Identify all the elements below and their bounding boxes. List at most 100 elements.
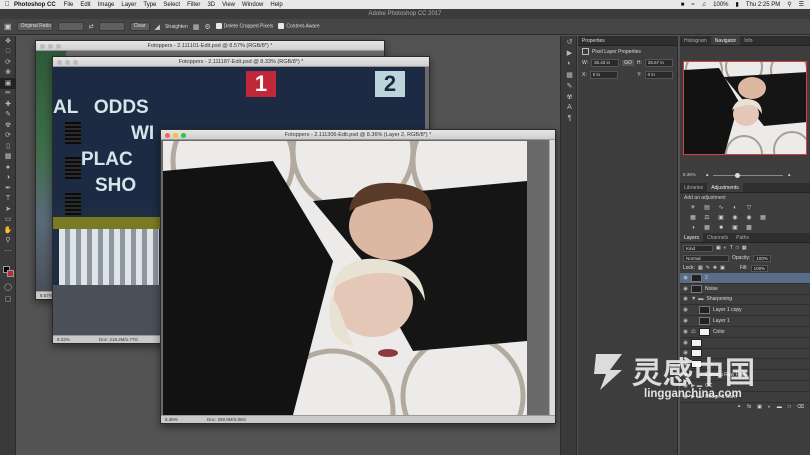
zoom-icon[interactable] bbox=[56, 43, 61, 49]
actions-icon[interactable]: ▶ bbox=[561, 47, 578, 58]
pen-tool-icon[interactable]: ✒ bbox=[0, 183, 16, 194]
gradient-tool-icon[interactable]: ▩ bbox=[0, 152, 16, 163]
selective-color-icon[interactable]: ▣ bbox=[730, 225, 740, 232]
document-canvas-3[interactable] bbox=[163, 141, 527, 415]
clear-button[interactable]: Clear bbox=[129, 22, 150, 31]
color-icon[interactable]: ◐ bbox=[561, 58, 578, 69]
new-adjustment-icon[interactable]: ◐ bbox=[768, 404, 771, 410]
menu-view[interactable]: View bbox=[222, 2, 235, 8]
menu-window[interactable]: Window bbox=[242, 2, 263, 8]
quick-select-icon[interactable]: ❀ bbox=[0, 68, 16, 79]
zoom-slider-track[interactable] bbox=[713, 174, 783, 176]
eyedropper-icon[interactable]: ✏ bbox=[0, 89, 16, 100]
menu-layer[interactable]: Layer bbox=[121, 2, 136, 8]
document-window-3[interactable]: Fotoppers - 2.111306-Edit.psd @ 8.36% (L… bbox=[160, 129, 556, 424]
height-field[interactable] bbox=[98, 22, 125, 31]
paragraph-icon[interactable]: ¶ bbox=[561, 113, 578, 124]
menu-help[interactable]: Help bbox=[270, 2, 282, 8]
swatches-icon[interactable]: ▦ bbox=[561, 69, 578, 80]
volume-icon[interactable]: ♫ bbox=[702, 2, 707, 8]
filter-shape-icon[interactable]: □ bbox=[736, 245, 739, 251]
photo-filter-icon[interactable]: ◉ bbox=[730, 215, 740, 222]
layer-row[interactable]: ◉ 2 bbox=[680, 273, 810, 284]
quick-mask-icon[interactable]: ◯ bbox=[0, 282, 16, 293]
width-field[interactable] bbox=[57, 22, 84, 31]
document-title-1[interactable]: Fotoppers - 2.111101-Edit.psd @ 8.57% (R… bbox=[36, 41, 384, 51]
eye-icon[interactable]: ◉ bbox=[680, 372, 691, 378]
lock-position-icon[interactable]: ✥ bbox=[713, 265, 717, 271]
color-lookup-icon[interactable]: ▦ bbox=[758, 215, 768, 222]
layer-row[interactable]: ◉ ▼ ▬ Sharpening bbox=[680, 295, 810, 306]
minimize-icon[interactable] bbox=[48, 43, 53, 49]
menu-edit[interactable]: Edit bbox=[80, 2, 90, 8]
vibrance-icon[interactable]: ▽ bbox=[744, 205, 754, 212]
ratio-select[interactable]: Original Ratio bbox=[16, 22, 53, 31]
fill-input[interactable]: 100% bbox=[750, 264, 769, 272]
document-title-2[interactable]: Fotoppers - 2.111187-Edit.psd @ 8.33% (R… bbox=[53, 57, 429, 67]
history-icon[interactable]: ↺ bbox=[561, 36, 578, 47]
exposure-icon[interactable]: ◐ bbox=[730, 205, 740, 212]
lock-pixels-icon[interactable]: ✎ bbox=[706, 265, 710, 271]
document-title-3[interactable]: Fotoppers - 2.111306-Edit.psd @ 8.36% (L… bbox=[161, 130, 555, 140]
tab-channels[interactable]: Channels bbox=[703, 233, 732, 242]
search-icon[interactable]: ⚲ bbox=[787, 1, 791, 8]
opacity-input[interactable]: 100% bbox=[753, 254, 771, 262]
x-input[interactable]: 0 in bbox=[589, 71, 619, 79]
marquee-tool-icon[interactable]: □ bbox=[0, 47, 16, 58]
dropbox-icon[interactable]: ■ bbox=[681, 2, 685, 8]
background-color-swatch[interactable] bbox=[7, 270, 14, 277]
clone-source-icon[interactable]: ☢ bbox=[561, 91, 578, 102]
eye-icon[interactable]: ◉ bbox=[680, 329, 691, 335]
eraser-icon[interactable]: ▯ bbox=[0, 141, 16, 152]
blend-mode-select[interactable]: Normal bbox=[683, 254, 729, 262]
list-icon[interactable]: ☰ bbox=[799, 1, 804, 8]
delete-cropped-checkbox[interactable]: Delete Cropped Pixels bbox=[215, 23, 273, 30]
eye-icon[interactable]: ◉ bbox=[680, 340, 691, 346]
eye-icon[interactable]: ◉ bbox=[680, 296, 691, 302]
crop-tool-icon[interactable]: ▣ bbox=[0, 78, 16, 89]
layer-row[interactable]: ◉ Noise bbox=[680, 284, 810, 295]
filter-smart-icon[interactable]: ▦ bbox=[742, 245, 747, 251]
clock-text[interactable]: Thu 2:25 PM bbox=[746, 2, 780, 8]
filter-pixel-icon[interactable]: ▣ bbox=[716, 245, 721, 251]
character-icon[interactable]: A bbox=[561, 102, 578, 113]
layer-row[interactable]: ◉ ▶ ▬ Dodge & Burn bbox=[680, 392, 810, 403]
eye-icon[interactable]: ◉ bbox=[680, 275, 691, 281]
dodge-tool-icon[interactable]: ◑ bbox=[0, 173, 16, 184]
tab-libraries[interactable]: Libraries bbox=[680, 183, 707, 192]
tab-navigator[interactable]: Navigator bbox=[710, 36, 741, 45]
add-mask-icon[interactable]: ▣ bbox=[757, 404, 762, 410]
clone-stamp-icon[interactable]: ☢ bbox=[0, 120, 16, 131]
layer-row[interactable]: ◉ Layer 1 copy bbox=[680, 305, 810, 317]
brush-tool-icon[interactable]: ✎ bbox=[0, 110, 16, 121]
channel-mixer-icon[interactable]: ◉ bbox=[744, 215, 754, 222]
height-input[interactable]: 25.67 in bbox=[644, 59, 673, 67]
menu-filter[interactable]: Filter bbox=[187, 2, 200, 8]
path-select-icon[interactable]: ➤ bbox=[0, 204, 16, 215]
link-layers-icon[interactable]: ⚭ bbox=[737, 404, 741, 410]
menu-type[interactable]: Type bbox=[143, 2, 156, 8]
healing-brush-icon[interactable]: ✚ bbox=[0, 99, 16, 110]
eye-icon[interactable]: ◉ bbox=[680, 361, 691, 367]
tab-info[interactable]: Info bbox=[740, 36, 756, 45]
hand-tool-icon[interactable]: ✋ bbox=[0, 225, 16, 236]
brightness-icon[interactable]: ☀ bbox=[688, 205, 698, 212]
layer-row[interactable]: ◉ bbox=[680, 359, 810, 371]
menu-app-name[interactable]: Photoshop CC bbox=[14, 2, 56, 8]
menu-file[interactable]: File bbox=[64, 2, 74, 8]
more-tools-icon[interactable]: ⋯ bbox=[0, 246, 16, 257]
trash-icon[interactable]: ⌫ bbox=[797, 404, 804, 410]
type-tool-icon[interactable]: T bbox=[0, 194, 16, 205]
tab-paths[interactable]: Paths bbox=[732, 233, 753, 242]
eye-icon[interactable]: ◉ bbox=[680, 394, 691, 400]
layer-row[interactable]: ◉ Layer 1 bbox=[680, 316, 810, 327]
checkbox-icon[interactable] bbox=[215, 23, 222, 30]
screen-mode-icon[interactable]: ▢ bbox=[0, 294, 16, 305]
minimize-icon[interactable] bbox=[173, 132, 178, 138]
battery-icon[interactable]: ▮ bbox=[736, 1, 739, 8]
tab-adjustments[interactable]: Adjustments bbox=[707, 183, 743, 192]
zoom-icon[interactable] bbox=[73, 59, 78, 65]
close-icon[interactable] bbox=[40, 43, 45, 49]
hue-sat-icon[interactable]: ▦ bbox=[688, 215, 698, 222]
kind-filter-select[interactable]: Kind bbox=[683, 244, 713, 252]
